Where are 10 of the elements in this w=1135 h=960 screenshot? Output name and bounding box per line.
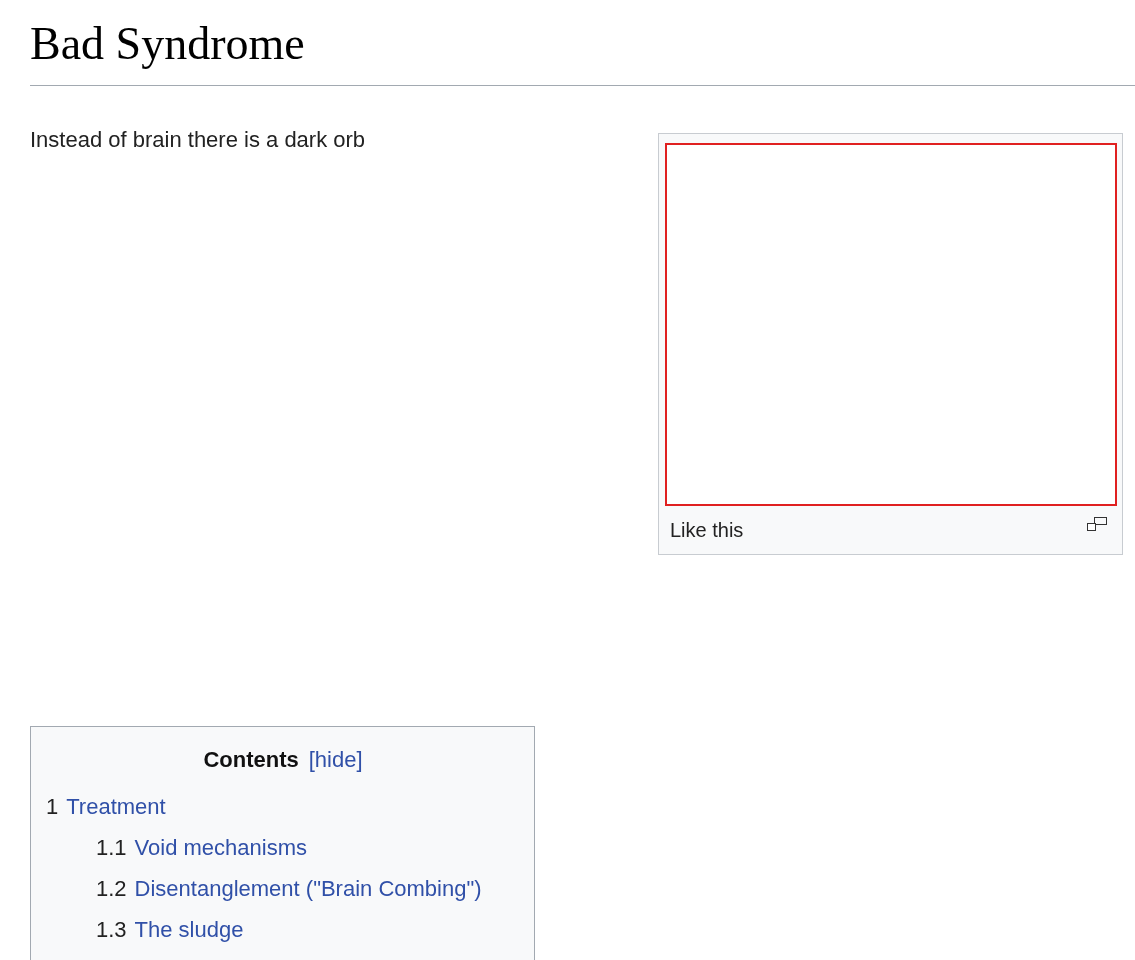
article-paragraph: Instead of brain there is a dark orb (30, 127, 366, 154)
enlarge-icon[interactable] (1087, 517, 1107, 531)
contents-title: Contents (203, 747, 299, 772)
contents-link[interactable]: 1 Treatment (46, 794, 166, 819)
contents-link[interactable]: 1.1 Void mechanisms (96, 835, 307, 860)
contents-link[interactable]: 1.2 Disentanglement ("Brain Combing") (96, 876, 482, 901)
contents-link[interactable]: 1.3 The sludge (96, 917, 244, 942)
figure-caption: Like this (670, 518, 744, 542)
hide-link[interactable]: [hide] (308, 747, 363, 772)
page-title: Bad Syndrome (30, 17, 305, 71)
